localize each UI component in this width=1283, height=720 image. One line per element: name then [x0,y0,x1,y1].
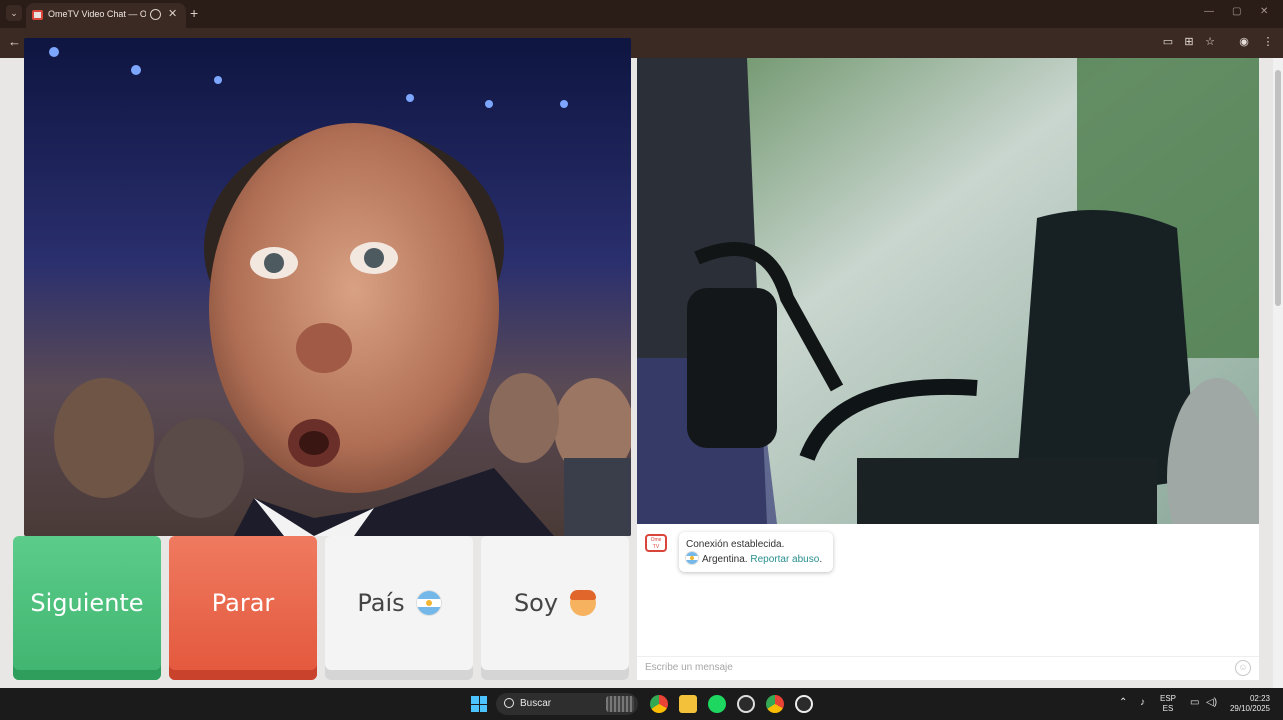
minimize-button[interactable]: — [1204,6,1214,17]
cast-icon[interactable]: ▭ [1162,36,1174,48]
input-language[interactable]: ESP ES [1160,694,1176,714]
gender-button[interactable]: Soy [481,536,629,680]
gender-button-label: Soy [513,589,559,617]
app-clock-icon[interactable] [737,695,755,713]
media-player-icon[interactable] [795,695,813,713]
clock-time: 02:23 [1249,694,1270,703]
argentina-flag-icon [416,591,441,615]
translate-icon[interactable]: ⊞ [1183,36,1195,48]
stop-button[interactable]: Parar [169,536,317,680]
message-input[interactable]: Escribe un mensaje ☺ [637,656,1259,680]
browser-tab-ometv[interactable]: OmeTV Video Chat — Ome ✕ [26,3,186,28]
tab-close-icon[interactable]: ✕ [168,7,177,20]
report-abuse-link[interactable]: Reportar abuso [750,554,819,565]
emoji-picker-icon[interactable]: ☺ [1235,660,1251,676]
back-arrow-icon[interactable]: ← [8,34,21,49]
chat-panel: Ome TV Conexión establecida. Argentina. … [637,524,1259,680]
tab-search-chevron-icon[interactable]: ⌄ [6,5,22,21]
argentina-flag-small-icon [686,552,698,564]
taskbar-clock[interactable]: 02:23 29/10/2025 [1222,694,1270,714]
ometv-favicon-icon [32,10,43,20]
keyboard-layout: ES [1162,704,1174,713]
chrome-icon[interactable] [650,695,668,713]
tab-audio-icon[interactable] [150,9,161,20]
clock-date: 29/10/2025 [1229,704,1270,713]
microphone-icon[interactable]: ♪ [1140,697,1145,708]
country-line: Argentina. Reportar abuso. [686,552,826,567]
system-message-bubble: Conexión establecida. Argentina. Reporta… [679,532,833,572]
next-button[interactable]: Siguiente [13,536,161,680]
report-suffix: . [819,554,823,565]
own-camera-video [637,58,1259,524]
profile-icon[interactable]: ◉ [1238,36,1250,48]
chat-logo-text: Ome TV [650,537,662,550]
next-button-label: Siguiente [30,589,144,617]
country-name: Argentina. [702,554,748,565]
scrollbar-thumb[interactable] [1275,70,1281,306]
maximize-button[interactable]: ▢ [1232,6,1241,17]
language-code: ESP [1160,694,1177,703]
menu-kebab-icon[interactable]: ⋮ [1262,36,1274,48]
country-button[interactable]: País [325,536,473,680]
browser-tab-bar: ⌄ OmeTV Video Chat — Ome ✕ + — ▢ ✕ [0,0,1283,28]
page-scrollbar[interactable] [1273,58,1283,688]
stranger-video [24,38,631,536]
ometv-logo-icon: Ome TV [645,534,667,552]
spotify-icon[interactable] [708,695,726,713]
bookmark-star-icon[interactable]: ☆ [1204,36,1216,48]
new-tab-button[interactable]: + [190,5,198,21]
search-icon [504,698,514,708]
connection-message: Conexión establecida. [686,539,785,550]
volume-icon[interactable]: ◁) [1206,697,1217,708]
boy-emoji-icon [570,590,597,616]
own-camera-frame [637,58,1259,524]
file-explorer-icon[interactable] [679,695,697,713]
tab-title: OmeTV Video Chat — Ome [48,9,146,19]
search-highlight-icon [606,696,634,712]
tray-chevron-up-icon[interactable]: ⌃ [1119,697,1127,708]
country-button-label: País [357,589,405,617]
stop-button-label: Parar [211,589,275,617]
message-input-placeholder: Escribe un mensaje [645,662,733,673]
windows-taskbar: Buscar ⌃ ♪ ESP ES ▭ ◁) 02:23 29/10/2025 [0,688,1283,720]
close-window-button[interactable]: ✕ [1260,6,1268,17]
network-icon[interactable]: ▭ [1190,697,1199,708]
taskbar-search[interactable]: Buscar [496,693,638,715]
stranger-video-frame [24,38,631,536]
windows-start-icon[interactable] [471,696,487,712]
taskbar-search-label: Buscar [520,698,552,709]
chrome-profile-icon[interactable] [766,695,784,713]
